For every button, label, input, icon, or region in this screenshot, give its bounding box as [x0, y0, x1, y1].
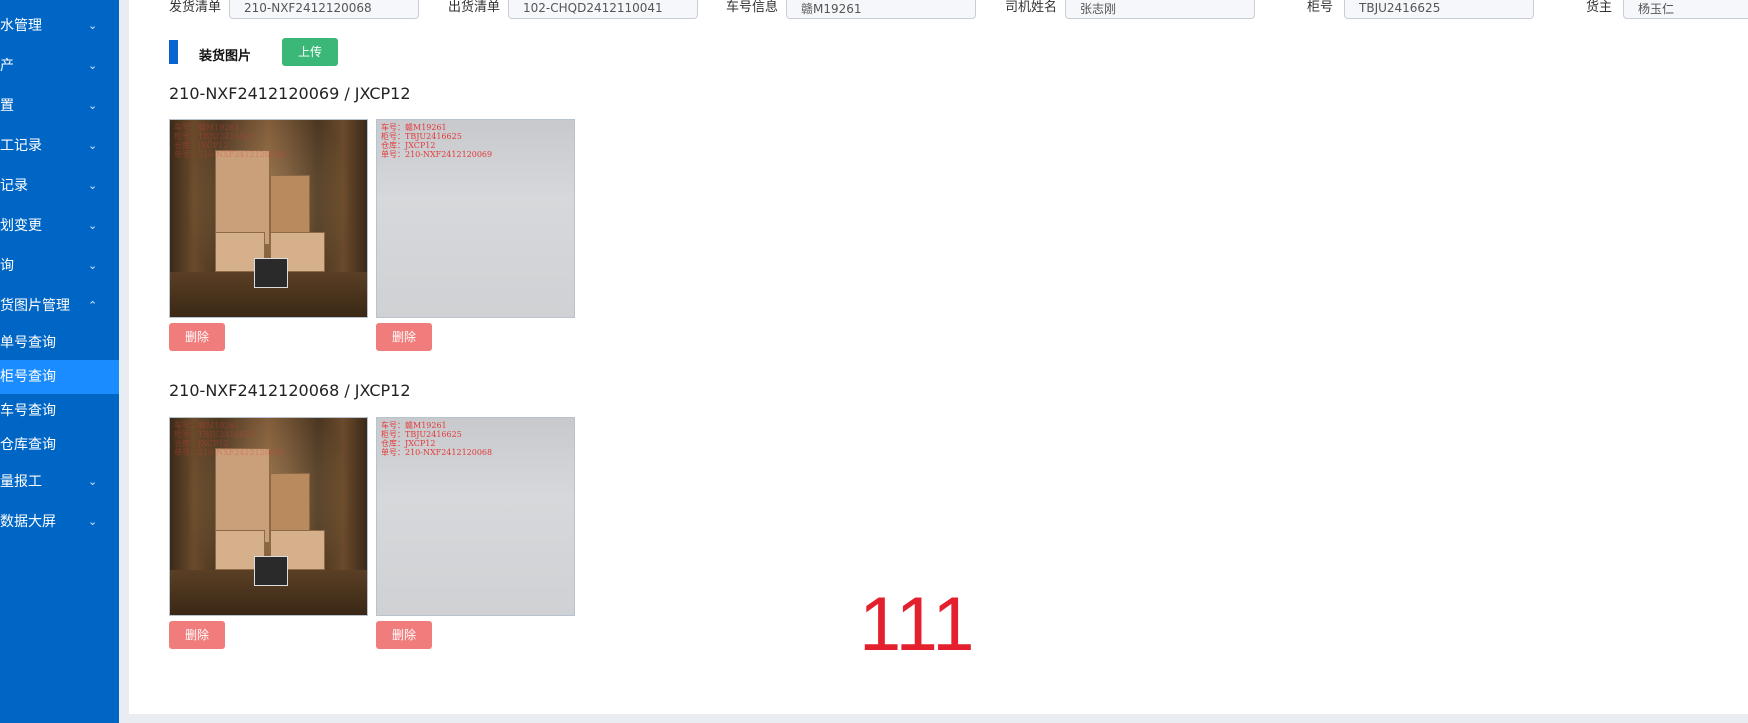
driver-name-label: 司机姓名 [1005, 0, 1058, 15]
chevron-down-icon: ⌄ [88, 515, 98, 528]
outbound-list-input[interactable] [508, 0, 698, 19]
sidebar-item-label: 工记录 [0, 138, 42, 154]
sidebar-item-label: 单号查询 [0, 335, 56, 351]
photo-watermark: 车号：赣M19261 柜号：TBJU2416625 仓库：JXCP12 单号：2… [381, 421, 493, 457]
sidebar-item-records[interactable]: 记录 ⌄ [0, 168, 119, 204]
sidebar-item-label: 划变更 [0, 218, 42, 234]
chevron-down-icon: ⌄ [88, 139, 98, 152]
sidebar-subitem-warehouse-query[interactable]: 仓库查询 [0, 428, 119, 462]
sidebar-item-label: 数据大屏 [0, 514, 56, 530]
sidebar-item-loading-photo-management[interactable]: 货图片管理 ⌃ [0, 288, 119, 324]
sidebar-subitem-order-query[interactable]: 单号查询 [0, 326, 119, 360]
sidebar-subitem-vehicle-query[interactable]: 车号查询 [0, 394, 119, 428]
photo-box [215, 448, 270, 543]
sidebar-item-label: 仓库查询 [0, 437, 56, 453]
delete-button[interactable]: 删除 [169, 323, 225, 351]
owner-input[interactable] [1623, 0, 1748, 19]
overlay-number: 111 [859, 582, 975, 667]
sidebar-item-label: 产 [0, 58, 14, 74]
bottom-strip [119, 714, 1748, 723]
upload-button[interactable]: 上传 [282, 38, 338, 66]
owner-label: 货主 [1586, 0, 1613, 15]
main-content: 发货清单 出货清单 车号信息 司机姓名 柜号 货主 装货图片 上传 210-NX… [129, 0, 1748, 714]
driver-name-input[interactable] [1065, 0, 1255, 19]
group-title: 210-NXF2412120068 / JXCP12 [169, 381, 411, 400]
sidebar-item-work-records[interactable]: 工记录 ⌄ [0, 128, 119, 164]
section-accent-bar [169, 40, 178, 64]
container-photo[interactable]: 车号：赣M19261 柜号：TBJU2416625 仓库：JXCP12 单号：2… [376, 417, 575, 616]
vehicle-info-input[interactable] [786, 0, 976, 19]
chevron-down-icon: ⌄ [88, 219, 98, 232]
sidebar-item-settings[interactable]: 置 ⌄ [0, 88, 119, 124]
chevron-down-icon: ⌄ [88, 99, 98, 112]
sidebar-item-label: 量报工 [0, 474, 42, 490]
chevron-down-icon: ⌄ [88, 59, 98, 72]
delete-button[interactable]: 删除 [376, 323, 432, 351]
vehicle-info-label: 车号信息 [726, 0, 779, 15]
sidebar-item-label: 置 [0, 98, 14, 114]
sidebar-item-label: 柜号查询 [0, 369, 56, 385]
section-title: 装货图片 [199, 49, 252, 64]
photo-watermark: 车号：赣M19261 柜号：TBJU2416625 仓库：JXCP12 单号：2… [174, 123, 286, 159]
sidebar-item-production[interactable]: 产 ⌄ [0, 48, 119, 84]
delete-button[interactable]: 删除 [376, 621, 432, 649]
chevron-down-icon: ⌄ [88, 259, 98, 272]
sidebar-item-plan-change[interactable]: 划变更 ⌄ [0, 208, 119, 244]
photo-sign [254, 556, 288, 586]
sidebar-item-batch-report[interactable]: 量报工 ⌄ [0, 464, 119, 500]
delete-button[interactable]: 删除 [169, 621, 225, 649]
group-title: 210-NXF2412120069 / JXCP12 [169, 84, 411, 103]
sidebar-item-label: 货图片管理 [0, 298, 70, 314]
photo-watermark: 车号：赣M19261 柜号：TBJU2416625 仓库：JXCP12 单号：2… [381, 123, 493, 159]
sidebar-item-label: 车号查询 [0, 403, 56, 419]
container-photo[interactable]: 车号：赣M19261 柜号：TBJU2416625 仓库：JXCP12 单号：2… [169, 119, 368, 318]
container-no-input[interactable] [1344, 0, 1534, 19]
chevron-down-icon: ⌄ [88, 475, 98, 488]
outbound-list-label: 出货清单 [448, 0, 501, 15]
chevron-up-icon: ⌃ [88, 299, 98, 312]
sidebar-item-label: 询 [0, 258, 14, 274]
chevron-down-icon: ⌄ [88, 179, 98, 192]
sidebar-item-query[interactable]: 询 ⌄ [0, 248, 119, 284]
sidebar: 水管理 ⌄ 产 ⌄ 置 ⌄ 工记录 ⌄ 记录 ⌄ 划变更 ⌄ 询 ⌄ 货图片管理… [0, 0, 119, 723]
shipment-list-label: 发货清单 [169, 0, 222, 15]
container-no-label: 柜号 [1307, 0, 1334, 15]
photo-watermark: 车号：赣M19261 柜号：TBJU2416625 仓库：JXCP12 单号：2… [174, 421, 286, 457]
chevron-down-icon: ⌄ [88, 19, 98, 32]
sidebar-subitem-container-query[interactable]: 柜号查询 [0, 360, 119, 394]
container-photo[interactable]: 车号：赣M19261 柜号：TBJU2416625 仓库：JXCP12 单号：2… [376, 119, 575, 318]
container-photo[interactable]: 车号：赣M19261 柜号：TBJU2416625 仓库：JXCP12 单号：2… [169, 417, 368, 616]
shipment-list-input[interactable] [229, 0, 419, 19]
sidebar-item-label: 水管理 [0, 18, 42, 34]
sidebar-item-label: 记录 [0, 178, 28, 194]
photo-sign [254, 258, 288, 288]
photo-box [215, 150, 270, 245]
sidebar-item-water-management[interactable]: 水管理 ⌄ [0, 8, 119, 44]
sidebar-item-data-dashboard[interactable]: 数据大屏 ⌄ [0, 504, 119, 540]
